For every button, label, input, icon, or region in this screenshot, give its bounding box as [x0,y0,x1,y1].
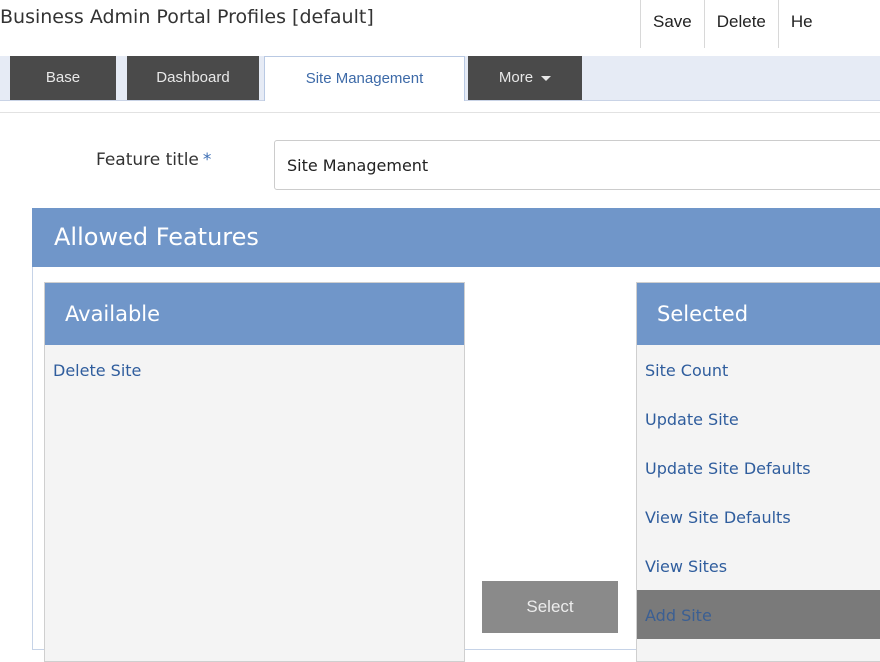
selected-header: Selected [637,283,880,345]
available-list: Available Delete Site [44,282,465,662]
delete-button[interactable]: Delete [703,0,778,48]
tab-base[interactable]: Base [10,56,116,100]
select-button[interactable]: Select [482,581,618,633]
list-item[interactable]: Update Site [637,394,880,443]
tab-bar: Base Dashboard Site Management More [0,56,880,101]
list-item[interactable]: Delete Site [45,345,464,394]
tab-site-management[interactable]: Site Management [264,56,465,101]
available-header: Available [45,283,464,345]
chevron-down-icon [541,75,552,81]
page-title: Business Admin Portal Profiles [default] [0,6,374,28]
feature-title-input[interactable] [274,140,880,190]
list-item[interactable]: View Sites [637,541,880,590]
list-item[interactable]: Update Site Defaults [637,443,880,492]
divider [0,112,880,113]
list-item[interactable]: Site Count [637,345,880,394]
list-item-highlighted[interactable]: Add Site [637,590,880,639]
tab-more-label: More [498,69,534,86]
top-bar: Business Admin Portal Profiles [default]… [0,0,880,48]
tab-more[interactable]: More [468,56,582,100]
save-button[interactable]: Save [640,0,704,48]
feature-title-label-text: Feature title [96,150,199,170]
tab-dashboard[interactable]: Dashboard [127,56,259,100]
selected-list: Selected Site Count Update Site Update S… [636,282,880,662]
list-item[interactable]: View Site Defaults [637,492,880,541]
feature-title-label: Feature title * [96,150,211,170]
help-button[interactable]: He [777,0,825,48]
required-marker: * [202,150,212,170]
available-items: Delete Site [45,345,464,394]
selected-items: Site Count Update Site Update Site Defau… [637,345,880,639]
top-actions: Save Delete He [640,0,825,48]
allowed-features-header: Allowed Features [32,208,880,267]
